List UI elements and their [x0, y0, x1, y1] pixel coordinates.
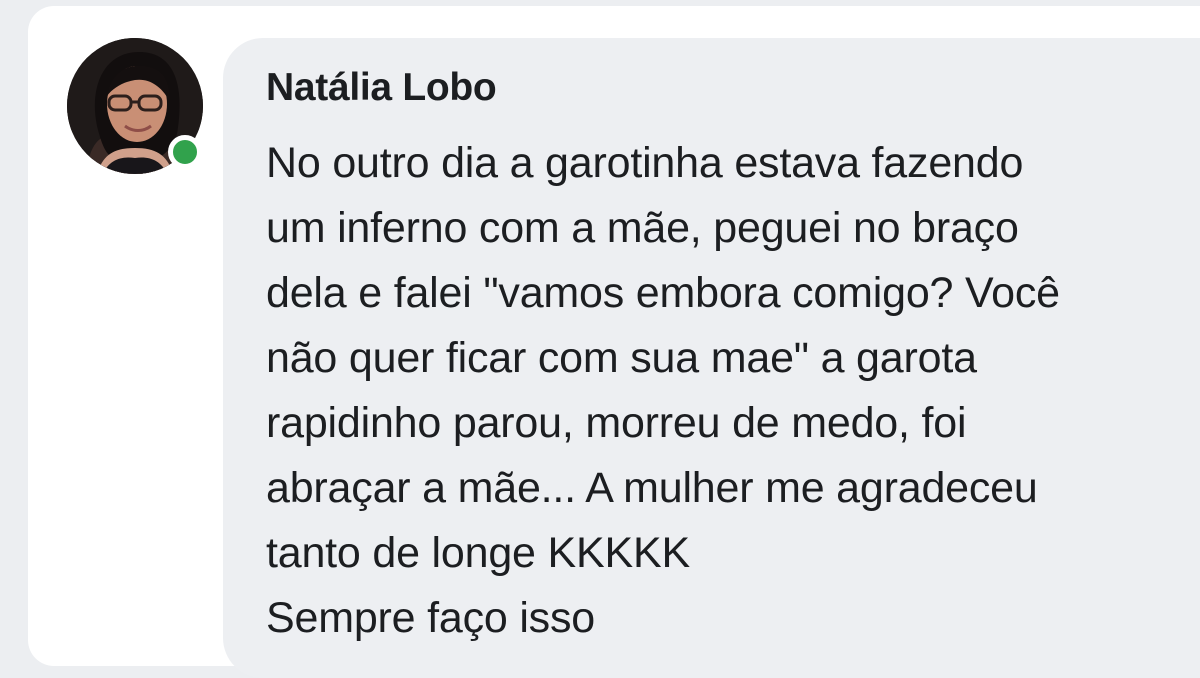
- comment-text-line: No outro dia a garotinha estava fazendo: [266, 139, 1024, 187]
- comment-text-line: tanto de longe KKKKK: [266, 529, 690, 577]
- comment-text-line: não quer ficar com sua mae" a garota: [266, 334, 977, 382]
- comment-text-line: rapidinho parou, morreu de medo, foi: [266, 399, 967, 447]
- comment-author-name[interactable]: Natália Lobo: [266, 66, 497, 110]
- online-status-dot: [168, 135, 202, 169]
- comment-text-line: Sempre faço isso: [266, 594, 596, 642]
- comment-text-line: dela e falei "vamos embora comigo? Você: [266, 269, 1060, 317]
- comment-text: No outro dia a garotinha estava fazendo …: [266, 131, 1200, 651]
- comment-avatar[interactable]: [67, 38, 203, 174]
- comment-text-line: abraçar a mãe... A mulher me agradeceu: [266, 464, 1038, 512]
- comment-text-line: um inferno com a mãe, peguei no braço: [266, 204, 1019, 252]
